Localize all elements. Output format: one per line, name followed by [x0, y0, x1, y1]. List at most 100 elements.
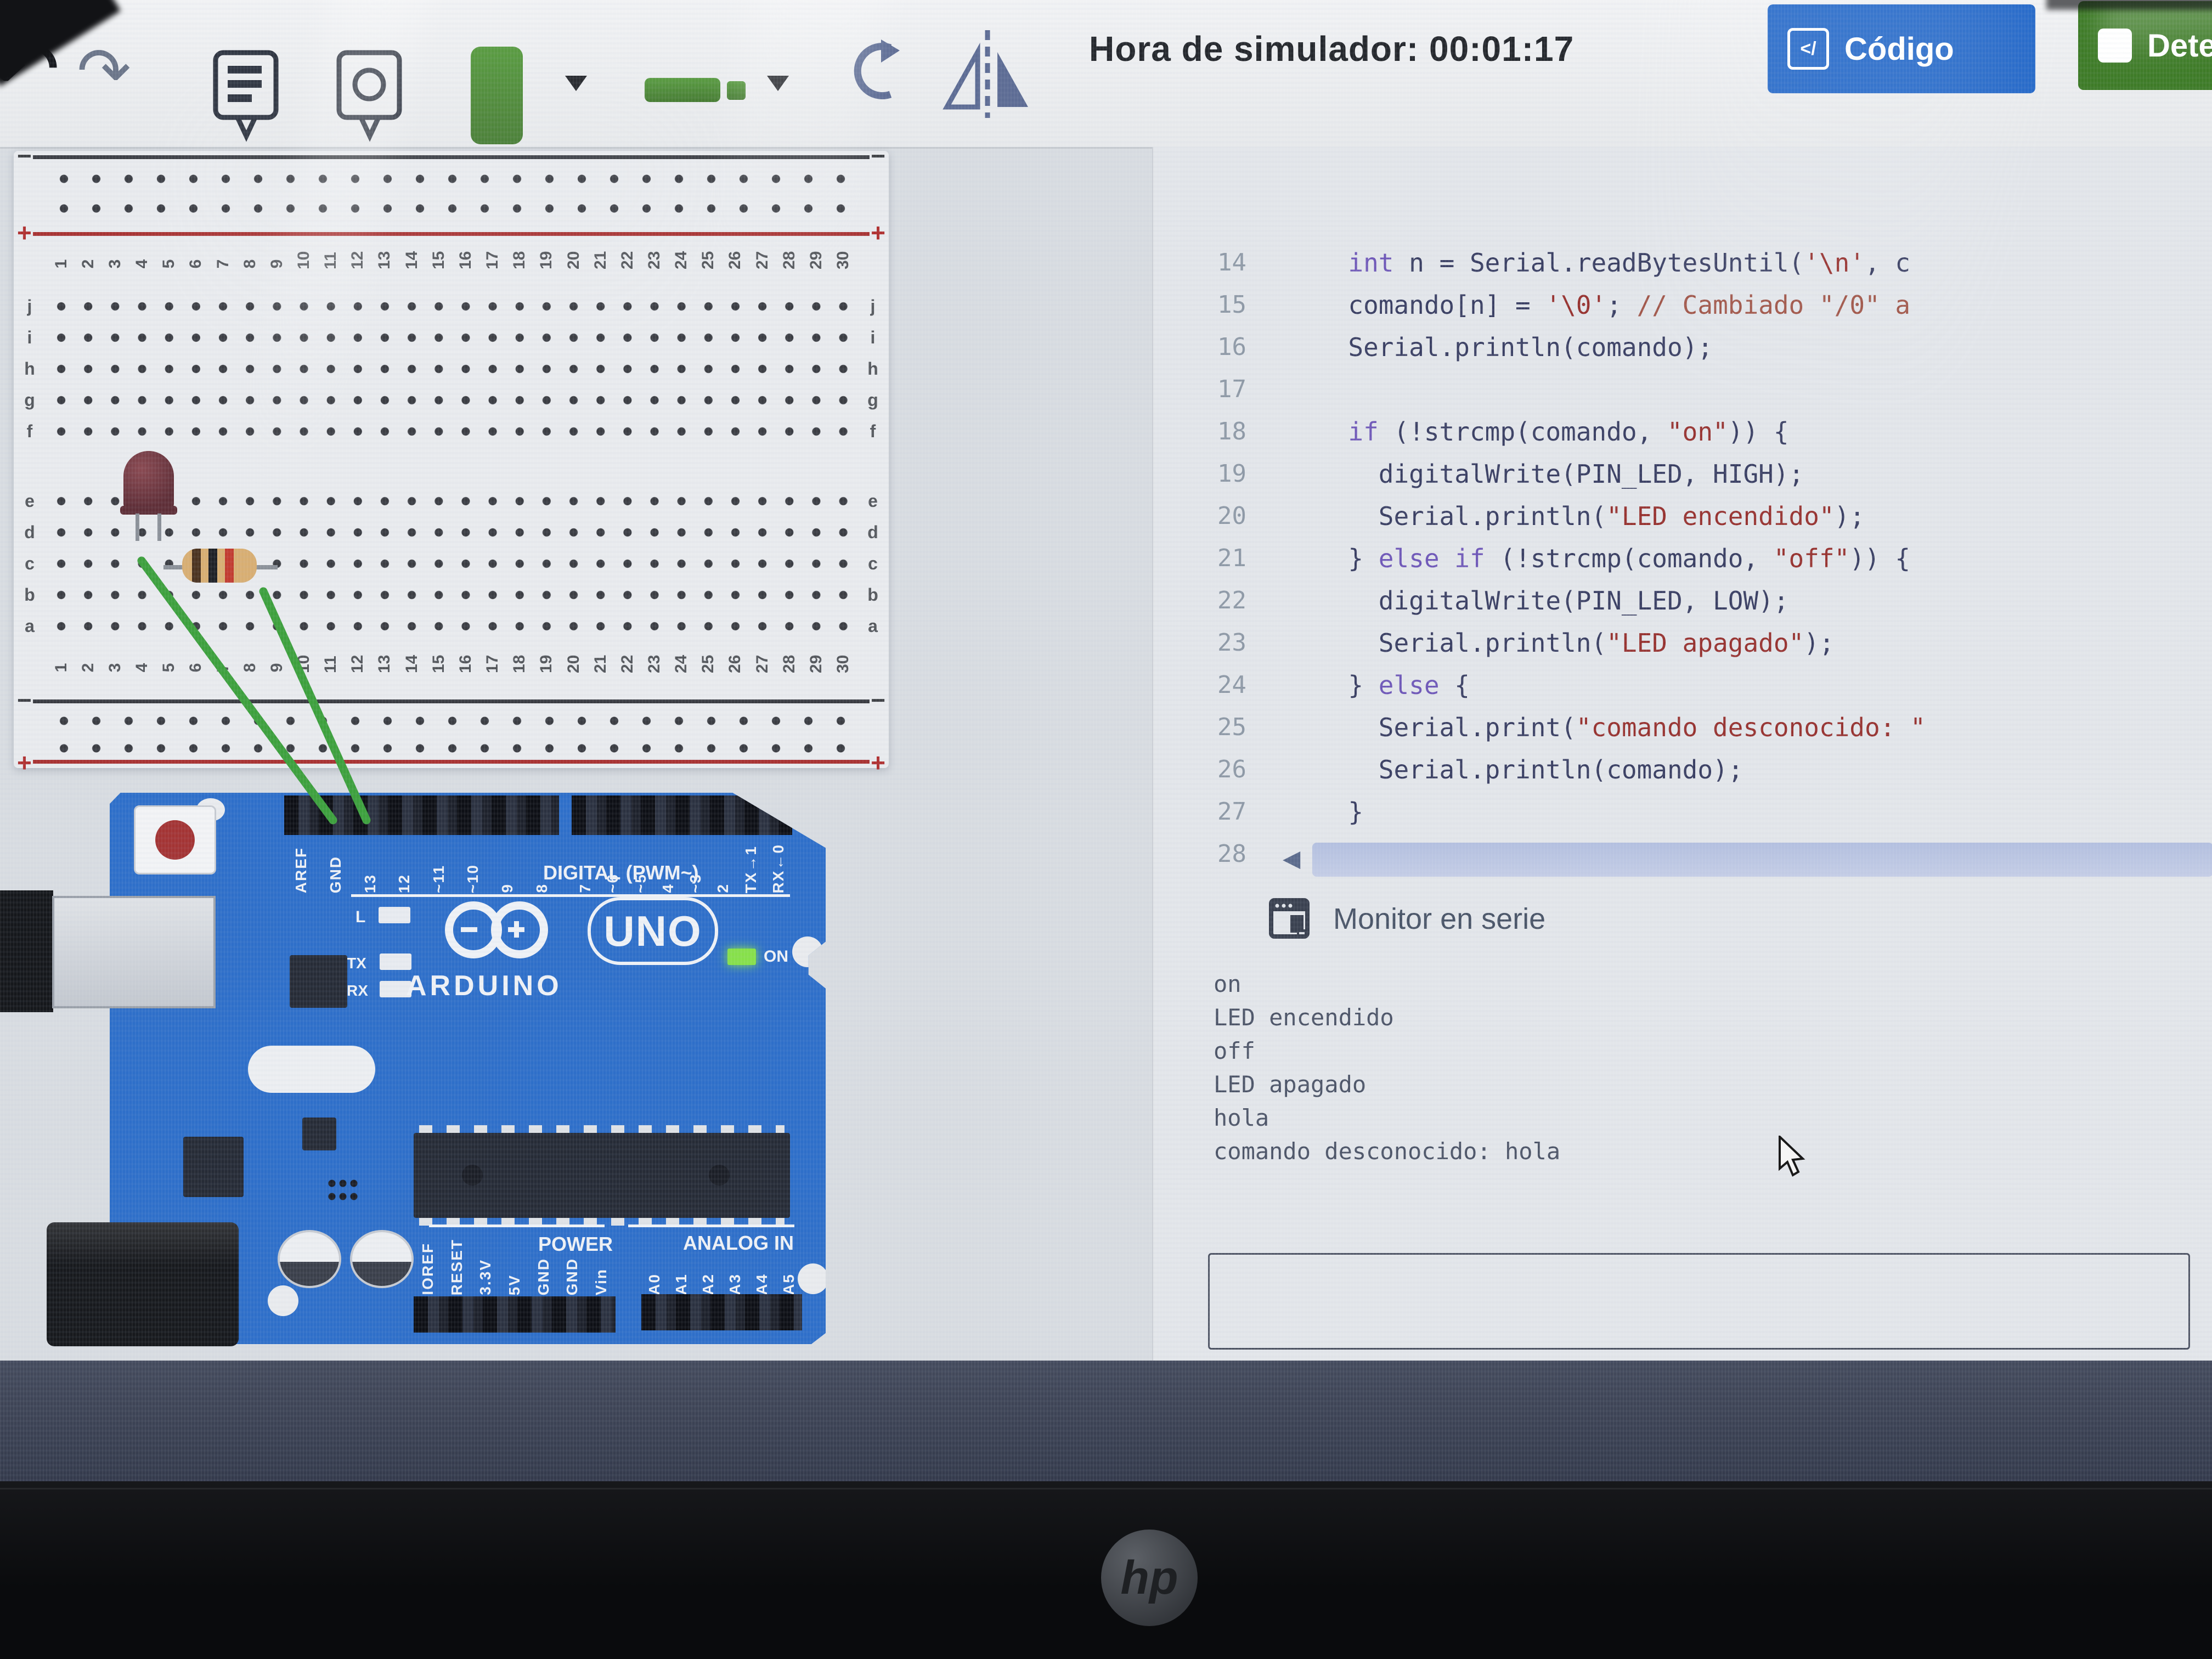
power-pin-labels: IOREFRESET3.3V5VGNDGNDVin — [414, 1254, 616, 1295]
resistor-band — [225, 549, 234, 583]
resistor-band — [208, 549, 217, 583]
code-line[interactable]: 16 Serial.println(comando); — [1153, 326, 2212, 368]
column-numbers-bottom: 1234567891011121314151617181920212223242… — [48, 644, 857, 692]
stop-button-label: Detener simulación — [2147, 27, 2212, 64]
led-leg — [157, 514, 161, 541]
code-lines[interactable]: 14 int n = Serial.readBytesUntil('\n', c… — [1153, 241, 2212, 875]
small-component — [302, 1118, 336, 1150]
column-numbers-top: 1234567891011121314151617181920212223242… — [48, 240, 857, 288]
code-line[interactable]: 18 if (!strcmp(comando, "on")) { — [1153, 410, 2212, 453]
rail-positive-line-top — [33, 232, 870, 236]
led-leg — [136, 514, 139, 541]
wire-style-end[interactable] — [727, 81, 746, 100]
atmega-chip — [414, 1133, 790, 1218]
code-line[interactable]: 20 Serial.println("LED encendido"); — [1153, 495, 2212, 537]
code-line[interactable]: 22 digitalWrite(PIN_LED, LOW); — [1153, 579, 2212, 622]
mounting-hole — [798, 1263, 828, 1294]
simulator-time: Hora de simulador: 00:01:17 — [1089, 29, 1574, 69]
wire-style-swatch[interactable] — [645, 78, 720, 102]
rail-plus-mark: + — [17, 750, 32, 775]
on-led — [727, 949, 756, 965]
horizontal-scrollbar[interactable] — [1312, 843, 2212, 877]
code-line[interactable]: 19 digitalWrite(PIN_LED, HIGH); — [1153, 453, 2212, 495]
analog-pin-labels: A0A1A2A3A4A5 — [641, 1254, 802, 1295]
capacitor — [350, 1230, 414, 1288]
code-line[interactable]: 27 } — [1153, 791, 2212, 833]
usb-connector-end — [0, 890, 53, 1012]
code-line[interactable]: 14 int n = Serial.readBytesUntil('\n', c — [1153, 241, 2212, 284]
rail-minus-mark: − — [871, 687, 885, 713]
rail-plus-mark: + — [17, 220, 32, 245]
code-line[interactable]: 25 Serial.print("comando desconocido: " — [1153, 706, 2212, 748]
usb-connector — [52, 896, 216, 1008]
hp-logo: hp — [1101, 1530, 1198, 1626]
resistor-body — [182, 549, 257, 583]
row-letters: jihgf — [864, 291, 882, 447]
tinkercad-window: ↶ ↷ — [0, 0, 2212, 1361]
code-line[interactable]: 15 comando[n] = '\0'; // Cambiado "/0" a — [1153, 284, 2212, 326]
laptop-photo: ↶ ↷ — [0, 0, 2212, 1659]
row-letters: edcba — [864, 486, 882, 642]
chip-dot — [709, 1165, 730, 1186]
icsp-header — [326, 1177, 359, 1203]
terminal-block-fj[interactable] — [48, 291, 857, 447]
mouse-cursor — [1778, 1136, 1810, 1180]
on-label: ON — [764, 947, 788, 966]
power-jack — [47, 1222, 239, 1346]
digital-label: DIGITAL (PWM~) — [543, 861, 699, 884]
code-panel: 14 int n = Serial.readBytesUntil('\n', c… — [1152, 147, 2212, 1361]
flip-icon[interactable] — [939, 30, 1035, 121]
serial-monitor-title: Monitor en serie — [1333, 902, 1545, 936]
resistor-lead — [253, 565, 278, 569]
small-ic-chip — [290, 955, 347, 1008]
resistor-band — [192, 549, 201, 583]
analog-divider — [628, 1224, 794, 1227]
serial-monitor-icon[interactable] — [1268, 898, 1311, 940]
rail-plus-mark: + — [871, 750, 885, 775]
power-label: POWER — [538, 1233, 613, 1256]
redo-icon[interactable]: ↷ — [77, 33, 131, 109]
code-line[interactable]: 26 Serial.println(comando); — [1153, 748, 2212, 791]
tx-label: TX — [347, 955, 366, 972]
rail-minus-mark: − — [17, 143, 32, 168]
color-swatch[interactable] — [471, 47, 523, 144]
serial-input[interactable] — [1208, 1253, 2190, 1350]
led-l — [379, 907, 410, 923]
rotate-icon[interactable] — [838, 29, 904, 119]
rx-label: RX — [347, 982, 368, 1000]
digital-pin-labels-left: AREFGND1312~11~1098 — [284, 836, 559, 893]
wire-dropdown-icon[interactable] — [767, 76, 789, 91]
stop-simulation-button[interactable]: Detener simulación — [2078, 1, 2212, 90]
code-line[interactable]: 21 } else if (!strcmp(comando, "off")) { — [1153, 537, 2212, 579]
rail-negative-line-top — [33, 155, 870, 159]
led-l-label: L — [356, 908, 365, 927]
led-bulb — [123, 451, 174, 511]
mounting-hole — [268, 1285, 298, 1316]
reset-button[interactable] — [134, 805, 216, 874]
power-header[interactable] — [414, 1296, 616, 1333]
model-label: UNO — [588, 897, 718, 965]
reset-button-cap — [155, 820, 195, 860]
code-line[interactable]: 17 — [1153, 368, 2212, 410]
label-icon[interactable] — [335, 48, 406, 144]
analog-header[interactable] — [641, 1294, 802, 1330]
code-line[interactable]: 23 Serial.println("LED apagado"); — [1153, 622, 2212, 664]
rail-minus-mark: − — [871, 143, 885, 168]
toolbar: ↶ ↷ — [0, 0, 2212, 149]
color-dropdown-icon[interactable] — [565, 76, 587, 91]
digital-header-left[interactable] — [284, 795, 559, 835]
chip-dot — [462, 1165, 483, 1186]
serial-output: on LED encendido off LED apagado hola co… — [1214, 967, 1560, 1168]
code-button[interactable]: </ Código — [1768, 4, 2035, 93]
tx-led — [380, 953, 411, 970]
notes-icon[interactable] — [211, 48, 283, 144]
chip-legs — [419, 1125, 785, 1133]
power-rail-top[interactable] — [48, 164, 857, 223]
scroll-left-icon[interactable]: ◀ — [1283, 845, 1300, 872]
code-button-label: Código — [1844, 31, 1954, 67]
led-component[interactable] — [123, 451, 174, 519]
code-line[interactable]: 24 } else { — [1153, 664, 2212, 706]
undo-icon[interactable]: ↶ — [0, 22, 60, 117]
power-rail-bottom[interactable] — [48, 707, 857, 758]
digital-header-right[interactable] — [572, 795, 792, 835]
